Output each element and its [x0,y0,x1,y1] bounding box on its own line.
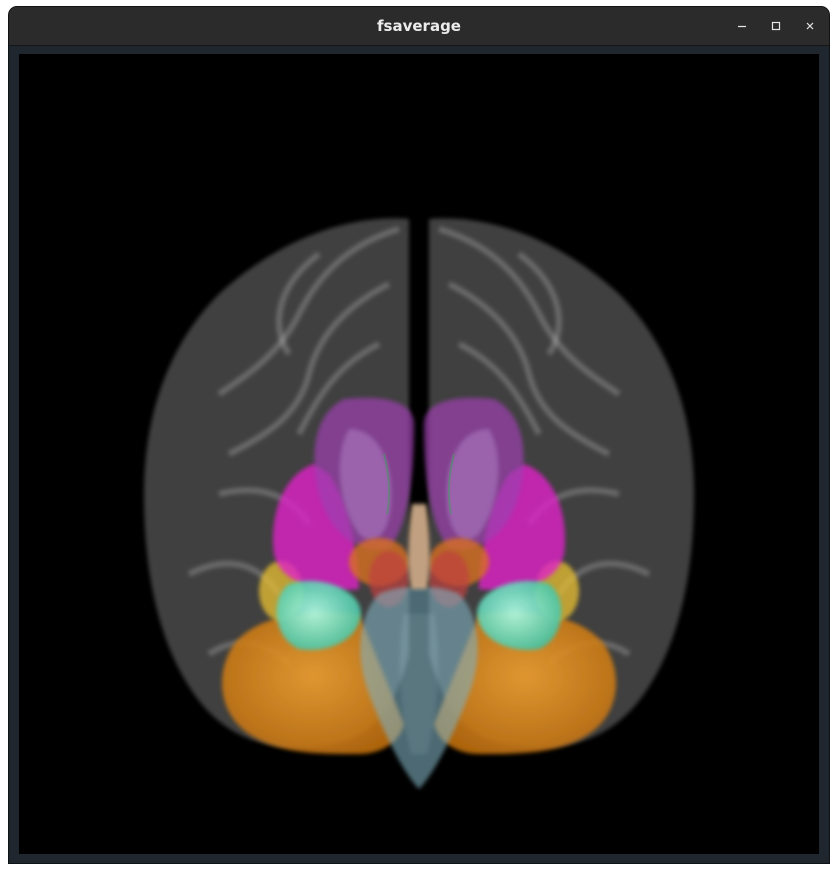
close-icon [805,21,815,31]
3d-render-viewport[interactable] [19,54,819,854]
close-button[interactable] [798,14,822,38]
ventricles [408,504,430,589]
minimize-button[interactable] [730,14,754,38]
maximize-button[interactable] [764,14,788,38]
minimize-icon [737,21,747,31]
brain-render [144,218,694,789]
interhemispheric-fissure [415,224,423,414]
title-bar[interactable]: fsaverage [9,7,829,46]
window-title: fsaverage [377,17,461,35]
maximize-icon [771,21,781,31]
brainstem [360,586,478,789]
app-window: fsaverage [9,7,829,863]
